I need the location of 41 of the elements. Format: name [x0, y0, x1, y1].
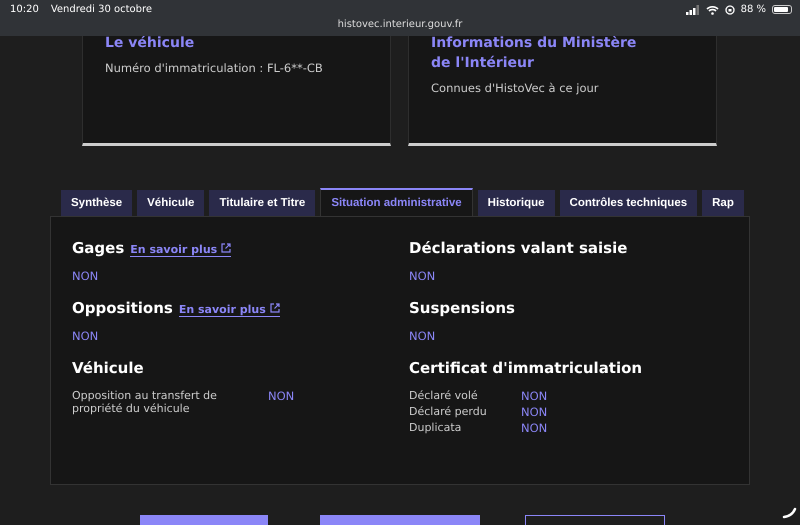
section-title: Oppositions [72, 299, 173, 317]
signal-icon [686, 4, 700, 14]
status-value: NON [72, 269, 100, 283]
card-title: Le véhicule [105, 34, 196, 53]
section-title: Déclarations valant saisie [409, 239, 628, 257]
rotation-lock-icon [724, 4, 735, 14]
external-link-icon [270, 303, 280, 313]
section-title: Certificat d'immatriculation [409, 359, 642, 377]
row-label: Opposition au transfert de propriété du véhicule [72, 389, 218, 415]
tab[interactable]: Situation administrative [320, 188, 473, 216]
card-text: Connues d'HistoVec à ce jour [431, 81, 600, 95]
row-label: Duplicata [409, 421, 462, 434]
tab[interactable]: Historique [478, 190, 555, 216]
tab[interactable]: Contrôles techniques [560, 190, 698, 216]
learn-more-link[interactable]: En savoir plus [178, 303, 280, 317]
clock-time: 10:20 [10, 4, 39, 15]
status-value: NON [521, 389, 548, 403]
status-value: NON [521, 405, 548, 419]
date-text: Vendredi 30 octobre [50, 4, 152, 15]
tab[interactable]: Synthèse [61, 190, 132, 216]
row-label: Déclaré volé [409, 389, 479, 402]
external-link-icon [221, 243, 232, 253]
wifi-icon [706, 4, 719, 14]
card-text: Numéro d'immatriculation : FL-6**-CB [105, 61, 324, 75]
status-value: NON [521, 421, 548, 435]
status-value: NON [268, 389, 296, 403]
tab[interactable]: Titulaire et Titre [209, 190, 316, 216]
status-value: NON [409, 269, 436, 283]
section-title: Suspensions [409, 299, 515, 317]
battery-percent: 88 % [740, 4, 766, 15]
learn-more-link[interactable]: En savoir plus [130, 243, 232, 257]
section-title: Véhicule [72, 359, 144, 377]
battery-icon [772, 5, 792, 14]
status-value: NON [409, 329, 436, 343]
card-title: Informations du Ministère de l'Intérieur [431, 34, 638, 73]
tab[interactable]: Rap [702, 190, 744, 216]
url-text: histovec.interieur.gouv.fr [336, 19, 464, 30]
status-value: NON [72, 329, 100, 343]
row-label: Déclaré perdu [409, 405, 488, 418]
tab[interactable]: Véhicule [137, 190, 204, 216]
section-title: Gages [72, 239, 124, 257]
